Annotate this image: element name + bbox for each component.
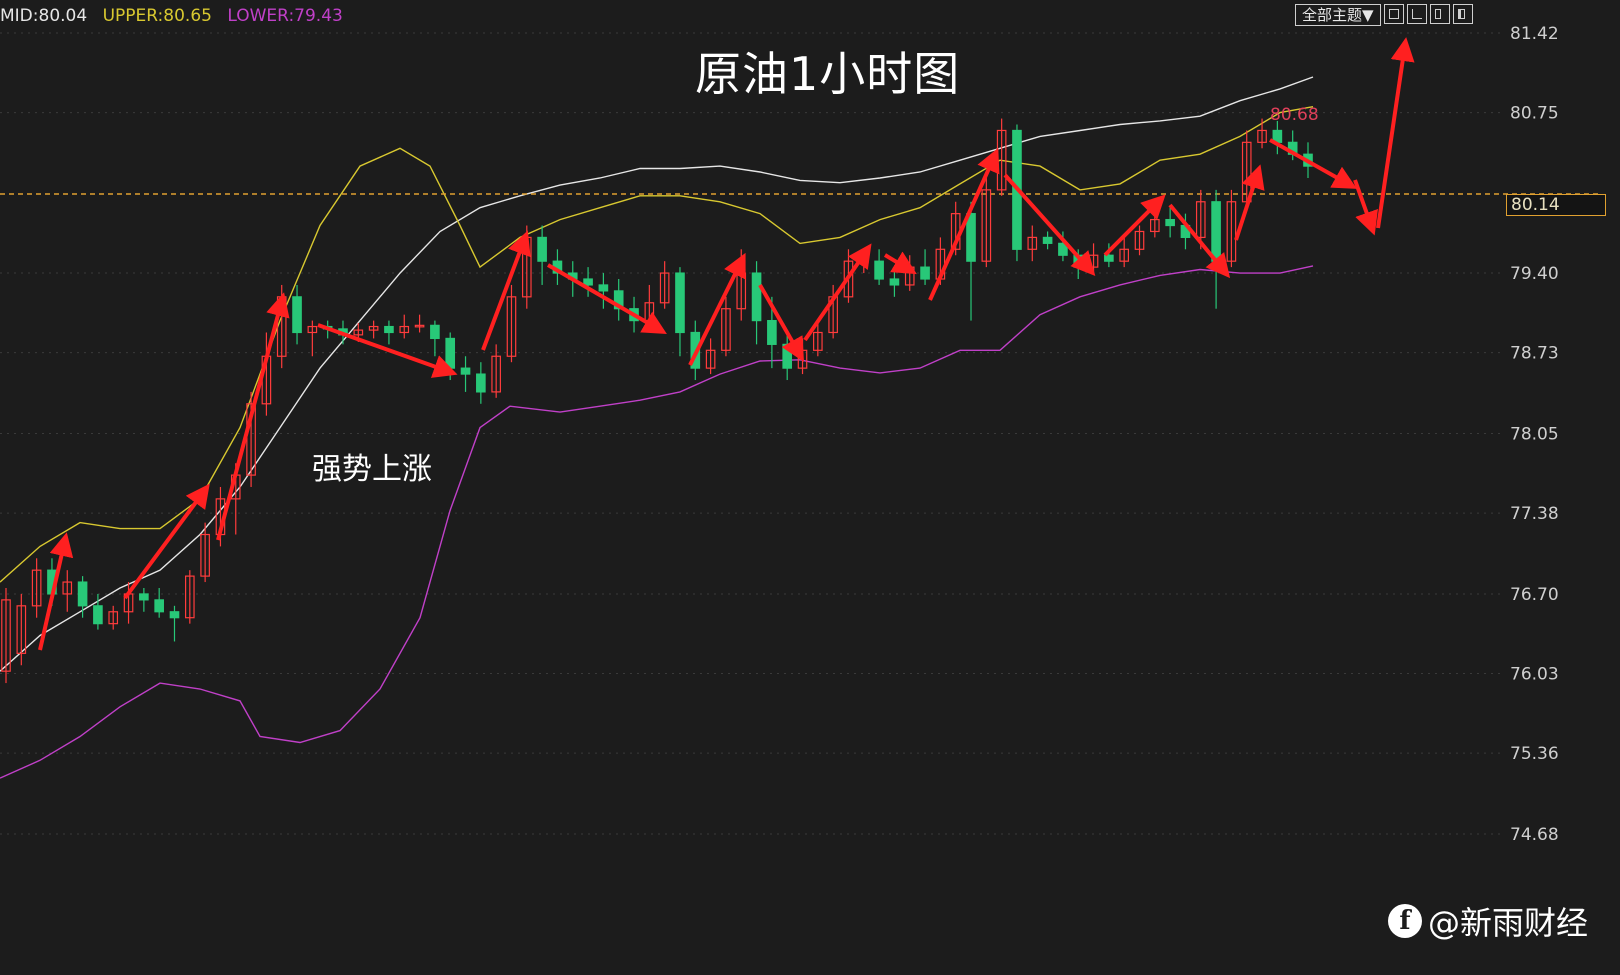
candle-body bbox=[751, 272, 762, 322]
trend-arrow-2 bbox=[216, 292, 290, 541]
legend-mid: MID:80.04 bbox=[0, 6, 88, 26]
y-tick-label: 77.38 bbox=[1510, 504, 1559, 524]
y-tick-label: 79.40 bbox=[1510, 264, 1559, 284]
brand-logo-icon: f bbox=[1388, 904, 1422, 938]
theme-select[interactable]: 全部主题▼ bbox=[1295, 4, 1381, 26]
band-line-upper bbox=[0, 106, 1314, 583]
trend-arrow-4 bbox=[481, 230, 531, 351]
chart-title: 原油1小时图 bbox=[695, 47, 961, 101]
trend-arrow-7 bbox=[758, 284, 804, 362]
candle-body bbox=[782, 343, 793, 369]
candle-body bbox=[93, 605, 103, 625]
candlestick-chart: 81.42 80.75 79.40 78.73 78.05 77.38 76.70 76.03… bbox=[0, 24, 1600, 845]
trend-arrow-16 bbox=[1353, 179, 1378, 236]
legend-upper: UPPER:80.65 bbox=[102, 6, 212, 26]
candle-body bbox=[384, 325, 394, 334]
trend-arrow-5 bbox=[546, 263, 667, 335]
candle-body bbox=[874, 260, 884, 280]
y-tick-label: 76.03 bbox=[1510, 665, 1559, 685]
trend-arrows bbox=[38, 37, 1415, 651]
watermark-text: @新雨财经 bbox=[1428, 904, 1589, 942]
candle-body bbox=[1042, 236, 1053, 244]
candle-body bbox=[889, 278, 900, 286]
trend-arrow-0 bbox=[38, 532, 74, 651]
band-line-mid bbox=[0, 76, 1314, 672]
y-tick-label: 74.68 bbox=[1510, 825, 1559, 845]
y-tick-label: 78.73 bbox=[1510, 344, 1559, 364]
y-tick-label: 80.75 bbox=[1510, 104, 1559, 124]
trend-arrow-8 bbox=[803, 243, 872, 342]
y-tick-label: 75.36 bbox=[1510, 744, 1559, 764]
grid-layout-icon[interactable] bbox=[1383, 4, 1404, 24]
legend-lower: LOWER:79.43 bbox=[227, 6, 343, 26]
candle-body bbox=[920, 266, 930, 280]
indicator-legend: MID:80.04 UPPER:80.65 LOWER:79.43 bbox=[0, 6, 353, 26]
max-price-label: 80.68 bbox=[1270, 105, 1319, 125]
trend-arrow-15 bbox=[1269, 138, 1357, 189]
layout-icon[interactable] bbox=[1406, 4, 1427, 24]
y-tick-label: 78.05 bbox=[1510, 425, 1559, 445]
candle-body bbox=[1165, 218, 1175, 227]
candle-body bbox=[430, 324, 440, 340]
candle-body bbox=[169, 611, 180, 619]
candle-body bbox=[460, 367, 471, 375]
candle-body bbox=[154, 599, 164, 613]
candle-body bbox=[675, 272, 685, 334]
trend-arrow-1 bbox=[123, 483, 210, 600]
candle-body bbox=[77, 581, 88, 607]
candle-body bbox=[598, 284, 609, 292]
y-tick-label: 81.42 bbox=[1510, 24, 1559, 44]
candle-body bbox=[445, 337, 456, 369]
candle-body bbox=[1211, 201, 1221, 262]
trend-arrow-10 bbox=[928, 147, 1000, 301]
candle-body bbox=[966, 213, 976, 262]
candle-body bbox=[537, 236, 547, 262]
candles bbox=[1, 118, 1313, 684]
candle-body bbox=[139, 593, 149, 601]
y-axis: 81.42 80.75 79.40 78.73 78.05 77.38 76.70 76.03… bbox=[1510, 24, 1559, 845]
candle-body bbox=[767, 319, 777, 345]
trend-arrow-6 bbox=[688, 252, 746, 366]
watermark: f @新雨财经 bbox=[1388, 898, 1588, 944]
trend-arrow-12 bbox=[1103, 194, 1166, 257]
chart-toolbar: 全部主题▼ bbox=[1295, 4, 1473, 26]
candle-body bbox=[583, 278, 593, 286]
panel-toggle-icon[interactable] bbox=[1452, 4, 1473, 24]
candle-body bbox=[1104, 254, 1114, 262]
candle-body bbox=[292, 296, 302, 334]
split-view-icon[interactable] bbox=[1429, 4, 1450, 24]
bollinger-bands bbox=[0, 76, 1314, 779]
band-line-lower bbox=[0, 265, 1314, 779]
gridlines bbox=[0, 32, 1500, 835]
candle-body bbox=[476, 373, 486, 393]
current-price-tag: 80.14 bbox=[1506, 194, 1606, 216]
annotation-strong-rise: 强势上涨 bbox=[312, 452, 432, 487]
trend-arrow-17 bbox=[1376, 37, 1415, 229]
trend-arrow-9 bbox=[883, 251, 917, 275]
y-tick-label: 76.70 bbox=[1510, 585, 1559, 605]
